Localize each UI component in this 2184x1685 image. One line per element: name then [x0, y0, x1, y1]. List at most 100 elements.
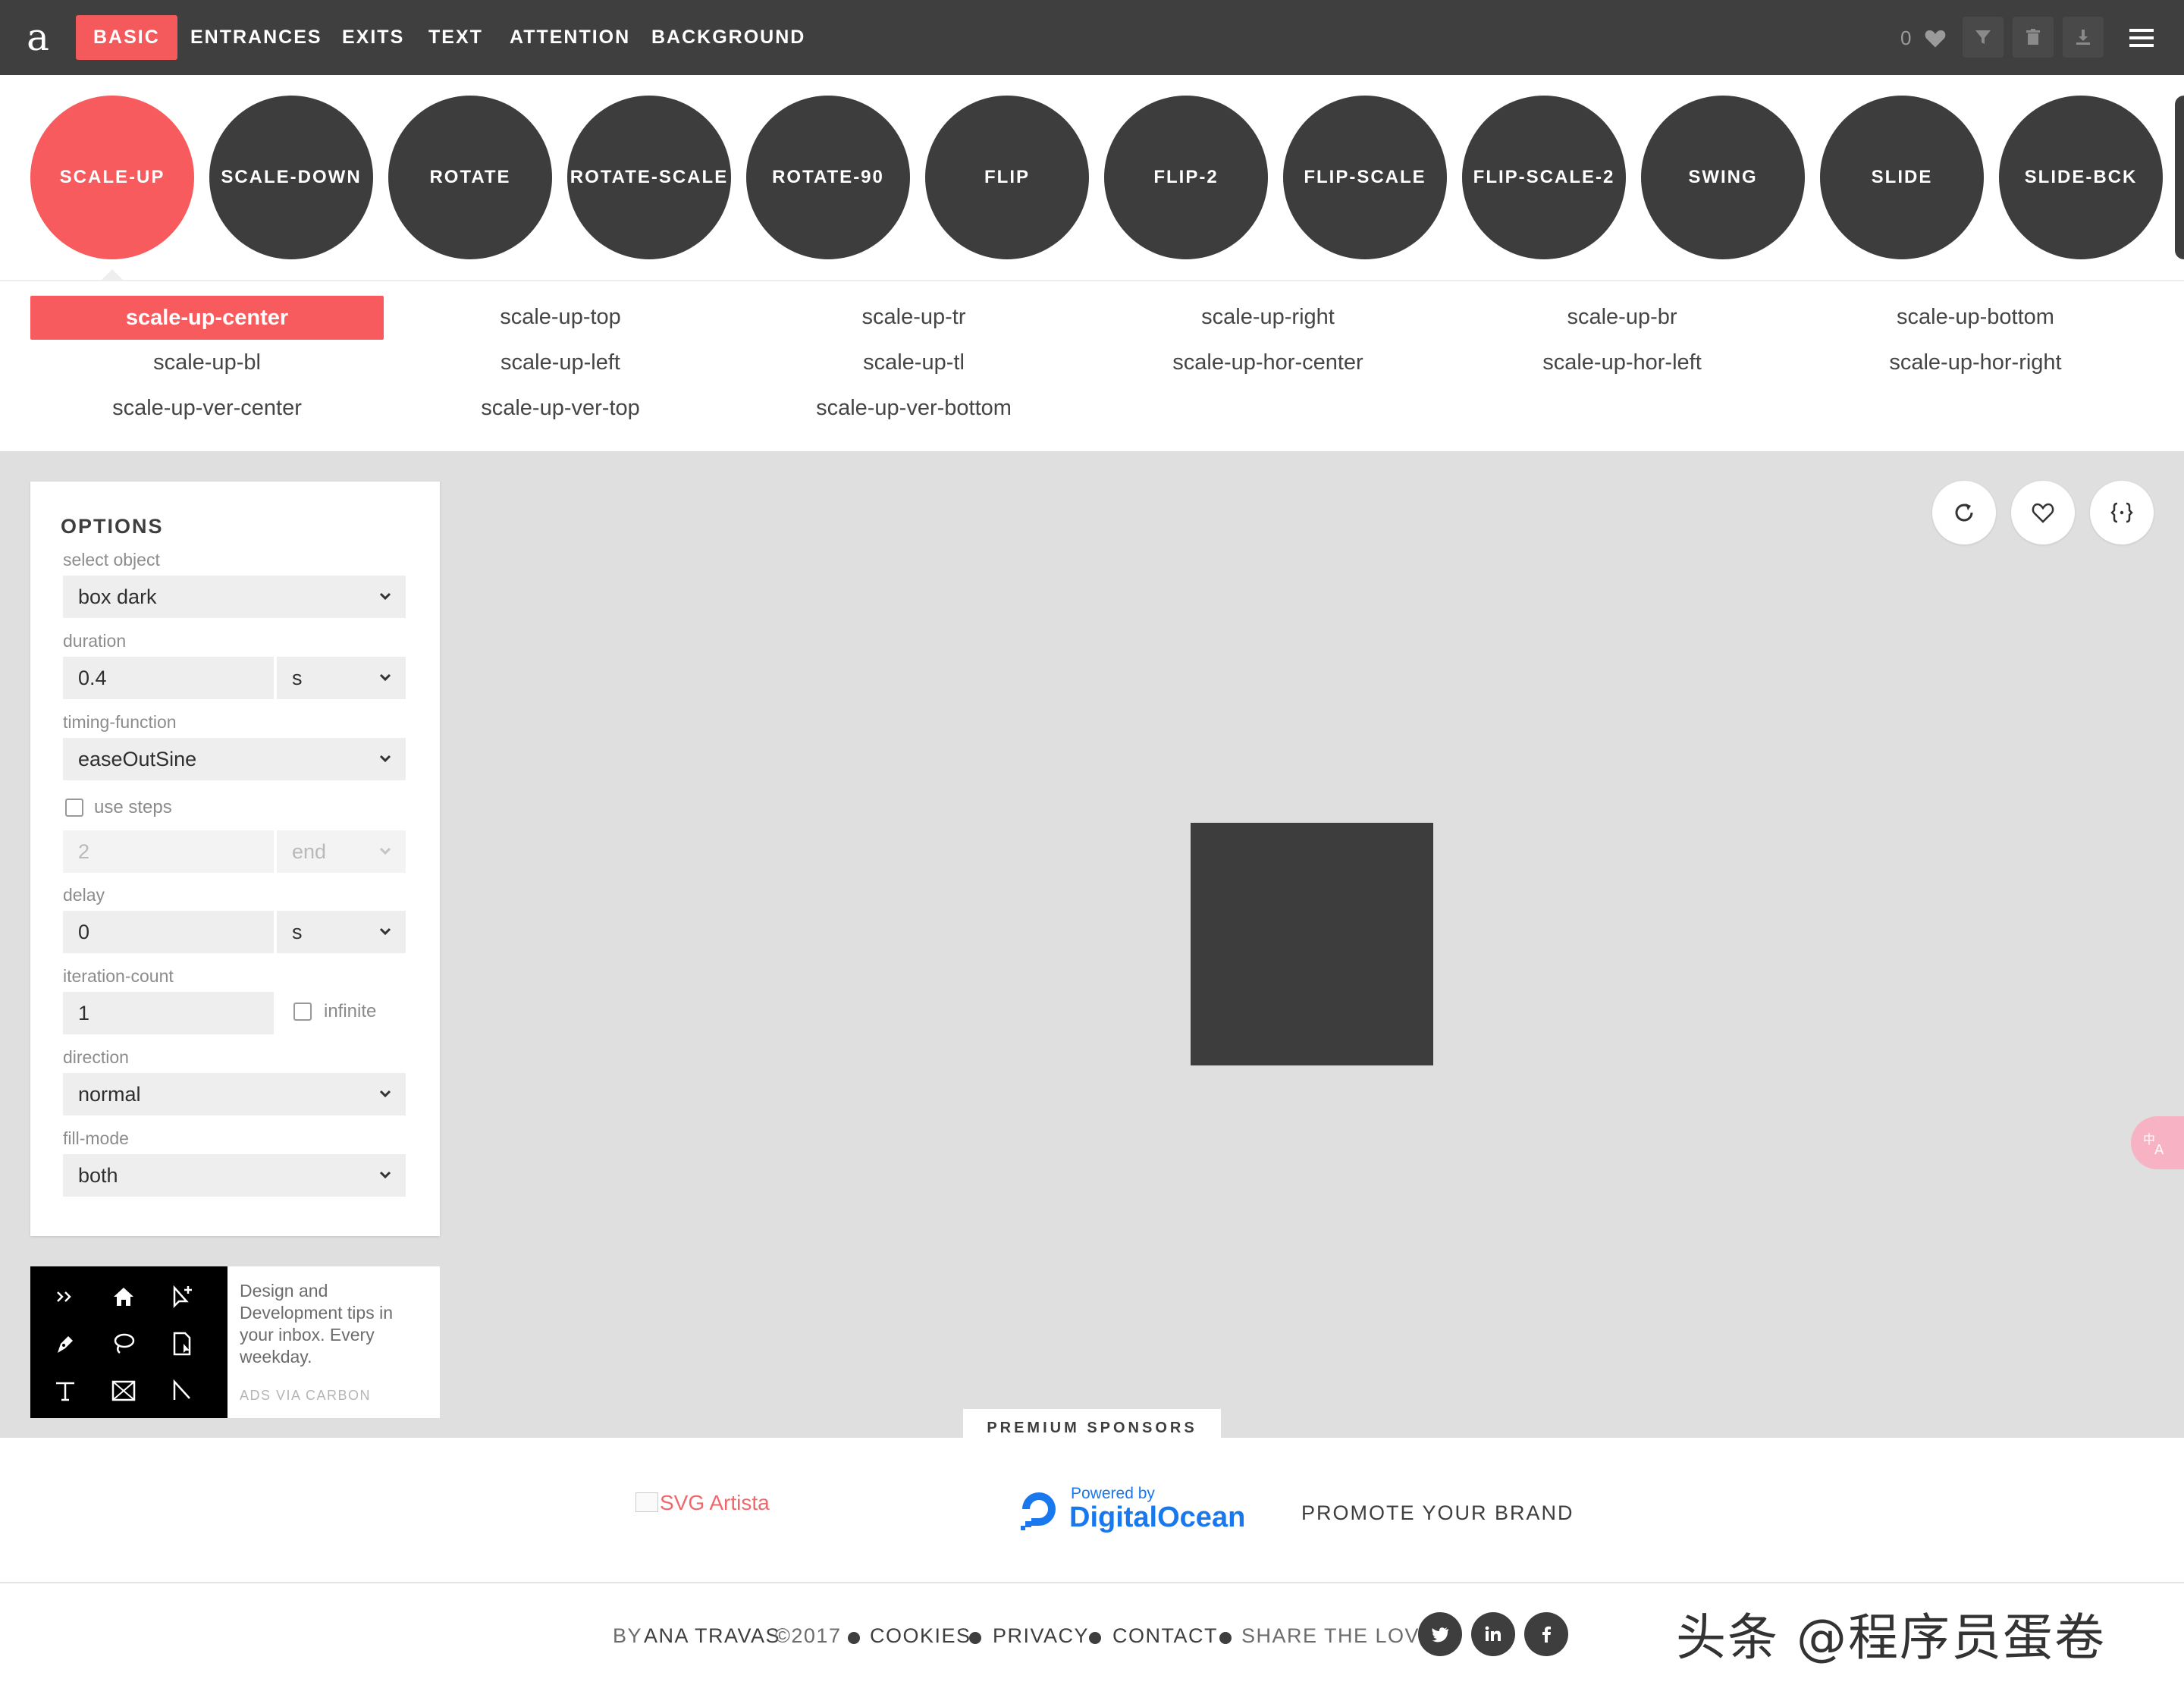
- replay-button[interactable]: [1932, 481, 1996, 544]
- iteration-count-input[interactable]: 1: [63, 992, 274, 1034]
- animation-variations: scale-up-center scale-up-top scale-up-tr…: [0, 280, 2184, 451]
- sponsor-digitalocean[interactable]: DigitalOcean: [1069, 1501, 1245, 1534]
- home-icon: [114, 1288, 133, 1306]
- download-icon: [2076, 30, 2090, 45]
- footer-contact-link[interactable]: CONTACT: [1112, 1624, 1218, 1648]
- infinite-checkbox[interactable]: [293, 1003, 312, 1021]
- carbon-ad[interactable]: Design and Development tips in your inbo…: [30, 1266, 440, 1418]
- favorite-button[interactable]: [2011, 481, 2075, 544]
- translate-icon: 中 A: [2143, 1132, 2164, 1157]
- variation-scale-up-tr[interactable]: scale-up-tr: [737, 295, 1090, 339]
- carbon-ad-via[interactable]: ADS VIA CARBON: [240, 1388, 371, 1404]
- promote-your-brand-link[interactable]: PROMOTE YOUR BRAND: [1301, 1501, 1574, 1525]
- nav-tab-background[interactable]: BACKGROUND: [634, 15, 823, 60]
- group-slide[interactable]: SLIDE: [1820, 96, 1984, 259]
- steps-input[interactable]: 2: [63, 830, 274, 873]
- heart-icon[interactable]: [1924, 27, 1947, 49]
- nav-tab-attention[interactable]: ATTENTION: [492, 15, 648, 60]
- translate-widget[interactable]: 中 A: [2131, 1116, 2184, 1169]
- select-object-value: box dark: [78, 585, 157, 608]
- premium-sponsors-tab: PREMIUM SPONSORS: [963, 1409, 1221, 1441]
- variation-scale-up-hor-center[interactable]: scale-up-hor-center: [1091, 340, 1445, 384]
- animation-groups: SCALE-UP SCALE-DOWN ROTATE ROTATE-SCALE …: [0, 75, 2184, 280]
- sponsor-svg-artista[interactable]: SVG Artista: [635, 1491, 770, 1515]
- group-scale-up[interactable]: SCALE-UP: [30, 96, 194, 259]
- footer-by: BY: [613, 1624, 643, 1647]
- delay-label: delay: [63, 885, 105, 905]
- group-rotate-90[interactable]: ROTATE-90: [746, 96, 910, 259]
- footer-separator: [848, 1632, 860, 1644]
- variation-scale-up-bottom[interactable]: scale-up-bottom: [1799, 295, 2152, 339]
- steps-position-value: end: [292, 840, 327, 863]
- menu-icon[interactable]: [2126, 24, 2157, 52]
- trash-button[interactable]: [2013, 17, 2054, 58]
- timing-function-label: timing-function: [63, 712, 177, 732]
- duration-label: duration: [63, 631, 127, 651]
- group-flip-scale[interactable]: FLIP-SCALE: [1283, 96, 1447, 259]
- chevron-down-icon: [379, 1171, 391, 1179]
- group-slide-bck[interactable]: SLIDE-BCK: [1999, 96, 2163, 259]
- timing-function-dropdown[interactable]: easeOutSine: [63, 738, 406, 780]
- cursor-plus-icon: [173, 1285, 192, 1309]
- variation-scale-up-ver-bottom[interactable]: scale-up-ver-bottom: [737, 386, 1090, 430]
- twitter-button[interactable]: [1418, 1612, 1462, 1656]
- filter-button[interactable]: [1963, 17, 2004, 58]
- generate-code-button[interactable]: [2090, 481, 2154, 544]
- direction-dropdown[interactable]: normal: [63, 1073, 406, 1115]
- variation-scale-up-ver-center[interactable]: scale-up-ver-center: [30, 386, 384, 430]
- iteration-count-label: iteration-count: [63, 966, 174, 986]
- fill-mode-value: both: [78, 1164, 118, 1187]
- use-steps-label: use steps: [94, 797, 172, 817]
- group-flip[interactable]: FLIP: [925, 96, 1089, 259]
- facebook-button[interactable]: [1524, 1612, 1568, 1656]
- delay-unit-dropdown[interactable]: s: [277, 911, 406, 953]
- svg-text:中: 中: [2143, 1132, 2155, 1147]
- nav-tab-exits[interactable]: EXITS: [325, 15, 422, 60]
- group-flip-scale-2[interactable]: FLIP-SCALE-2: [1462, 96, 1626, 259]
- group-scale-down[interactable]: SCALE-DOWN: [209, 96, 373, 259]
- select-object-dropdown[interactable]: box dark: [63, 576, 406, 618]
- chevron-down-icon: [379, 1090, 391, 1098]
- group-swing[interactable]: SWING: [1641, 96, 1805, 259]
- use-steps-checkbox[interactable]: [65, 799, 83, 817]
- document-cursor-icon: [173, 1332, 191, 1356]
- steps-position-dropdown[interactable]: end: [277, 830, 406, 873]
- group-next-partial[interactable]: [2175, 96, 2184, 259]
- animista-logo[interactable]: a: [23, 11, 53, 64]
- duration-unit-dropdown[interactable]: s: [277, 657, 406, 699]
- digitalocean-powered-by: Powered by: [1071, 1485, 1155, 1502]
- sponsors-bar: SVG Artista Powered by DigitalOcean PROM…: [0, 1438, 2184, 1583]
- group-rotate-scale[interactable]: ROTATE-SCALE: [567, 96, 731, 259]
- variation-scale-up-center[interactable]: scale-up-center: [30, 296, 384, 340]
- fill-mode-label: fill-mode: [63, 1128, 129, 1148]
- download-button[interactable]: [2063, 17, 2104, 58]
- carbon-ad-image[interactable]: [30, 1266, 228, 1418]
- footer-author-link[interactable]: ANA TRAVAS: [644, 1624, 780, 1648]
- footer-cookies-link[interactable]: COOKIES: [870, 1624, 971, 1648]
- variation-scale-up-br[interactable]: scale-up-br: [1445, 295, 1799, 339]
- nav-tab-entrances[interactable]: ENTRANCES: [173, 15, 340, 60]
- variation-scale-up-hor-left[interactable]: scale-up-hor-left: [1445, 340, 1799, 384]
- group-rotate[interactable]: ROTATE: [388, 96, 552, 259]
- linkedin-icon: [1485, 1626, 1501, 1641]
- group-flip-2[interactable]: FLIP-2: [1104, 96, 1268, 259]
- variation-scale-up-top[interactable]: scale-up-top: [384, 295, 737, 339]
- delay-input[interactable]: 0: [63, 911, 274, 953]
- linkedin-button[interactable]: [1471, 1612, 1515, 1656]
- duration-input[interactable]: 0.4: [63, 657, 274, 699]
- variation-scale-up-left[interactable]: scale-up-left: [384, 340, 737, 384]
- carbon-ad-text[interactable]: Design and Development tips in your inbo…: [240, 1280, 422, 1368]
- variation-scale-up-ver-top[interactable]: scale-up-ver-top: [384, 386, 737, 430]
- nav-tab-text[interactable]: TEXT: [411, 15, 500, 60]
- digitalocean-logo-icon[interactable]: [1016, 1486, 1062, 1532]
- twitter-icon: [1432, 1627, 1448, 1643]
- fill-mode-dropdown[interactable]: both: [63, 1154, 406, 1197]
- variation-scale-up-bl[interactable]: scale-up-bl: [30, 340, 384, 384]
- footer-privacy-link[interactable]: PRIVACY: [993, 1624, 1089, 1648]
- pen-tool-icon: [58, 1336, 73, 1353]
- nav-tab-basic[interactable]: BASIC: [76, 15, 177, 60]
- variation-scale-up-right[interactable]: scale-up-right: [1091, 295, 1445, 339]
- svg-text:A: A: [2154, 1142, 2164, 1157]
- variation-scale-up-hor-right[interactable]: scale-up-hor-right: [1799, 340, 2152, 384]
- variation-scale-up-tl[interactable]: scale-up-tl: [737, 340, 1090, 384]
